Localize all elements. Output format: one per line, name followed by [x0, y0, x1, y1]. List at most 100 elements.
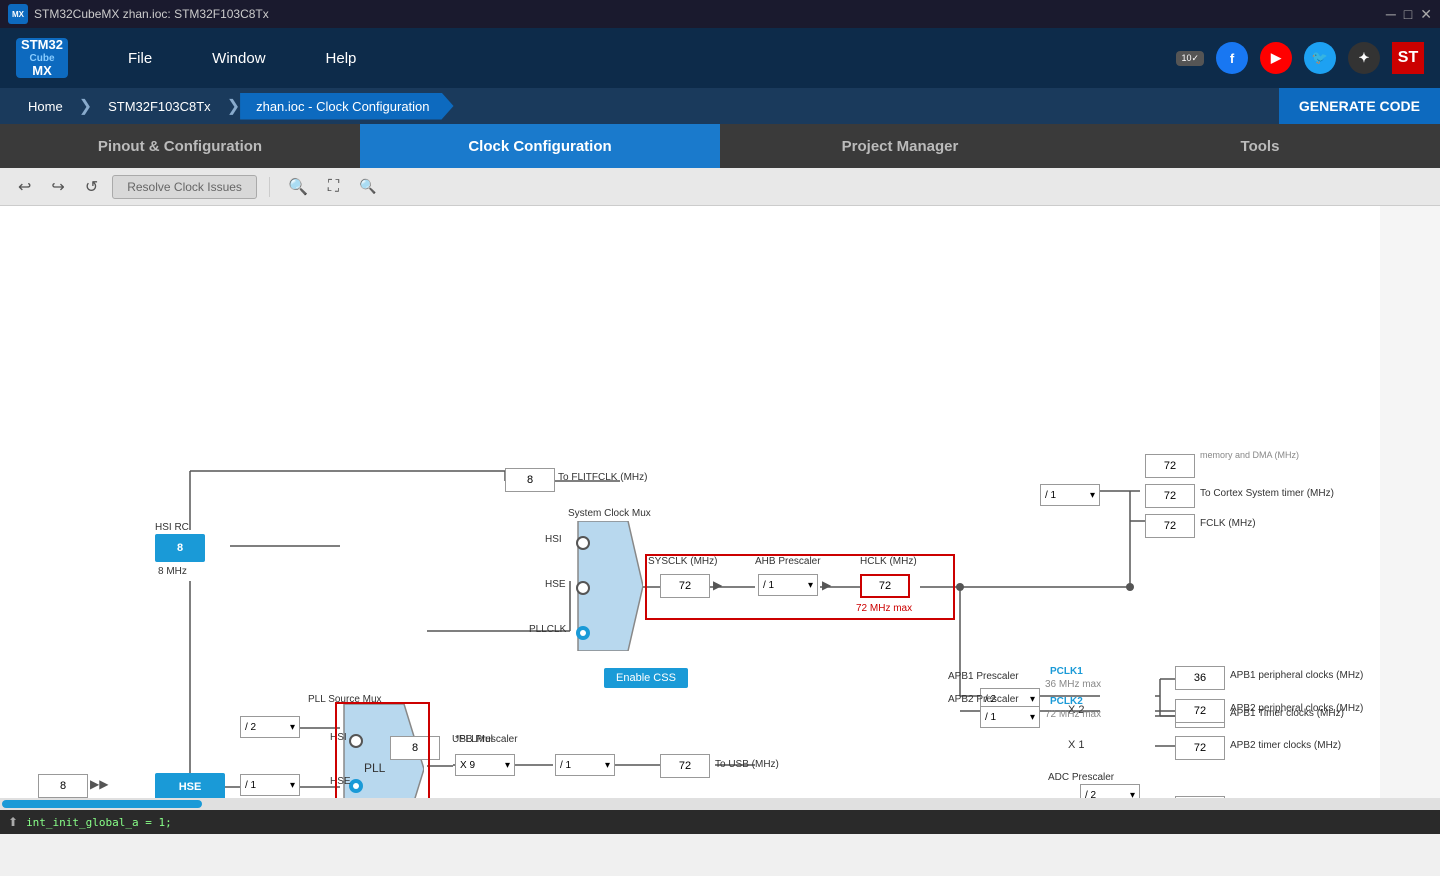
fclk-label: FCLK (MHz)	[1200, 518, 1256, 529]
ahb-val: / 1	[763, 580, 774, 591]
tab-tools[interactable]: Tools	[1080, 124, 1440, 168]
enable-css-button[interactable]: Enable CSS	[604, 668, 688, 688]
tab-clock[interactable]: Clock Configuration	[360, 124, 720, 168]
top-out-label: memory and DMA (MHz)	[1200, 450, 1299, 460]
hse-div-val: / 1	[245, 780, 256, 791]
apb1-periph-val: 36	[1175, 666, 1225, 690]
menu-file[interactable]: File	[128, 50, 152, 67]
pll-hsi-radio[interactable]	[349, 734, 363, 748]
clock-diagram-area[interactable]: HSI RC 8 8 MHz HSE 8 4-16 MHz ▶▶ / 1 ▾ /…	[0, 206, 1440, 798]
hse-block: HSE	[155, 773, 225, 798]
apb2-arrow: ▾	[1030, 712, 1035, 723]
twitter-icon[interactable]: 🐦	[1304, 42, 1336, 74]
titlebar: MX STM32CubeMX zhan.ioc: STM32F103C8Tx ─…	[0, 0, 1440, 28]
cortex-div-val: / 1	[1045, 490, 1056, 501]
ahb-select[interactable]: / 1 ▾	[758, 574, 818, 596]
maximize-button[interactable]: □	[1404, 6, 1412, 23]
tabbar: Pinout & Configuration Clock Configurati…	[0, 124, 1440, 168]
logo-cube: Cube	[30, 53, 55, 64]
adc-select[interactable]: / 2 ▾	[1080, 784, 1140, 798]
apb1-max-label: 36 MHz max	[1045, 679, 1101, 690]
sys-hse-radio[interactable]	[576, 581, 590, 595]
apb1-periph-label: APB1 peripheral clocks (MHz)	[1230, 670, 1363, 681]
network-icon[interactable]: ✦	[1348, 42, 1380, 74]
zoom-out-button[interactable]: 🔍	[353, 174, 382, 199]
hclk-val-box: 72	[860, 574, 910, 598]
adc-arrow: ▾	[1130, 790, 1135, 799]
refresh-button[interactable]: ↺	[79, 173, 104, 201]
menu-window[interactable]: Window	[212, 50, 265, 67]
generate-code-button[interactable]: GENERATE CODE	[1279, 88, 1440, 124]
toolbar-separator	[269, 177, 270, 197]
apb2-val: / 1	[985, 712, 996, 723]
scrollbar-thumb[interactable]	[2, 800, 202, 808]
pll-mul-select[interactable]: X 9 ▾	[455, 754, 515, 776]
fclk-val: 72	[1145, 514, 1195, 538]
zoom-in-button[interactable]: 🔍	[282, 173, 314, 201]
flitfclk-val: 8	[505, 468, 555, 492]
logo-stm32: STM32	[21, 38, 63, 52]
sysclk-arrow: ▶	[713, 578, 722, 592]
close-button[interactable]: ✕	[1420, 6, 1432, 23]
pll-mul-val: X 9	[460, 760, 475, 771]
hsi-rc-label: HSI RC	[155, 522, 189, 533]
app-logo-small: MX	[8, 4, 28, 24]
apb2-timer-val: 72	[1175, 736, 1225, 760]
usb-div-select[interactable]: / 1 ▾	[555, 754, 615, 776]
apb2-max-label: 72 MHz max	[1045, 709, 1101, 720]
hse-div-arrow: ▾	[290, 780, 295, 791]
menu-help[interactable]: Help	[326, 50, 357, 67]
badge-icon: 10✓	[1176, 51, 1204, 66]
hclk-label: HCLK (MHz)	[860, 556, 917, 567]
pclk2-label: PCLK2	[1050, 696, 1083, 707]
usb-div-val: / 1	[560, 760, 571, 771]
breadcrumb-active[interactable]: zhan.ioc - Clock Configuration	[240, 93, 453, 120]
tab-pinout[interactable]: Pinout & Configuration	[0, 124, 360, 168]
apb2-prescaler-label: APB2 Prescaler	[948, 694, 1019, 705]
adc-val: / 2	[1085, 790, 1096, 799]
menubar: STM32 Cube MX File Window Help 10✓ f ▶ 🐦…	[0, 28, 1440, 88]
breadcrumb-sep-2: ❯	[227, 96, 240, 116]
window-controls: ─ □ ✕	[1386, 6, 1432, 23]
expand-icon[interactable]: ⬆	[8, 815, 18, 829]
breadcrumb-chip[interactable]: STM32F103C8Tx	[92, 93, 227, 120]
redo-button[interactable]: ↪	[45, 173, 70, 201]
hse-arrows: ▶▶	[90, 777, 108, 791]
apb2-x1: X 1	[1068, 739, 1085, 751]
undo-button[interactable]: ↩	[12, 173, 37, 201]
usb-div-arrow: ▾	[605, 760, 610, 771]
apb1-prescaler-label: APB1 Prescaler	[948, 671, 1019, 682]
cortex-div-select[interactable]: / 1 ▾	[1040, 484, 1100, 506]
youtube-icon[interactable]: ▶	[1260, 42, 1292, 74]
hse-div-select[interactable]: / 1 ▾	[240, 774, 300, 796]
apb2-select[interactable]: / 1 ▾	[980, 706, 1040, 728]
st-icon[interactable]: ST	[1392, 42, 1424, 74]
breadcrumb-home[interactable]: Home	[12, 93, 79, 120]
pll-prediv-select[interactable]: / 2 ▾	[240, 716, 300, 738]
pll-val-box: 8	[390, 736, 440, 760]
sys-hse-label: HSE	[545, 579, 566, 590]
minimize-button[interactable]: ─	[1386, 6, 1396, 23]
sys-hsi-radio[interactable]	[576, 536, 590, 550]
svg-text:PLL: PLL	[364, 761, 386, 775]
breadcrumb-sep-1: ❯	[79, 96, 92, 116]
apb2-periph-label: APB2 peripheral clocks (MHz)	[1230, 703, 1363, 714]
resolve-clock-button[interactable]: Resolve Clock Issues	[112, 175, 257, 199]
cortex-val: 72	[1145, 484, 1195, 508]
apb1-arrow: ▾	[1030, 694, 1035, 705]
hse-input[interactable]: 8	[38, 774, 88, 798]
tab-project[interactable]: Project Manager	[720, 124, 1080, 168]
adc-prescaler-label: ADC Prescaler	[1048, 772, 1114, 783]
fullscreen-button[interactable]: ⛶	[322, 174, 345, 200]
logo-mx: MX	[32, 64, 52, 78]
pll-hse-radio[interactable]	[349, 779, 363, 793]
sysclk-label: SYSCLK (MHz)	[648, 556, 717, 567]
sys-pllclk-label: PLLCLK	[529, 624, 566, 635]
ahb-arrow: ▾	[808, 580, 813, 591]
sys-pllclk-radio[interactable]	[576, 626, 590, 640]
social-icons: 10✓ f ▶ 🐦 ✦ ST	[1176, 42, 1424, 74]
usb-val: 72	[660, 754, 710, 778]
facebook-icon[interactable]: f	[1216, 42, 1248, 74]
logo-box: STM32 Cube MX	[16, 38, 68, 78]
horizontal-scrollbar[interactable]	[0, 798, 1440, 810]
